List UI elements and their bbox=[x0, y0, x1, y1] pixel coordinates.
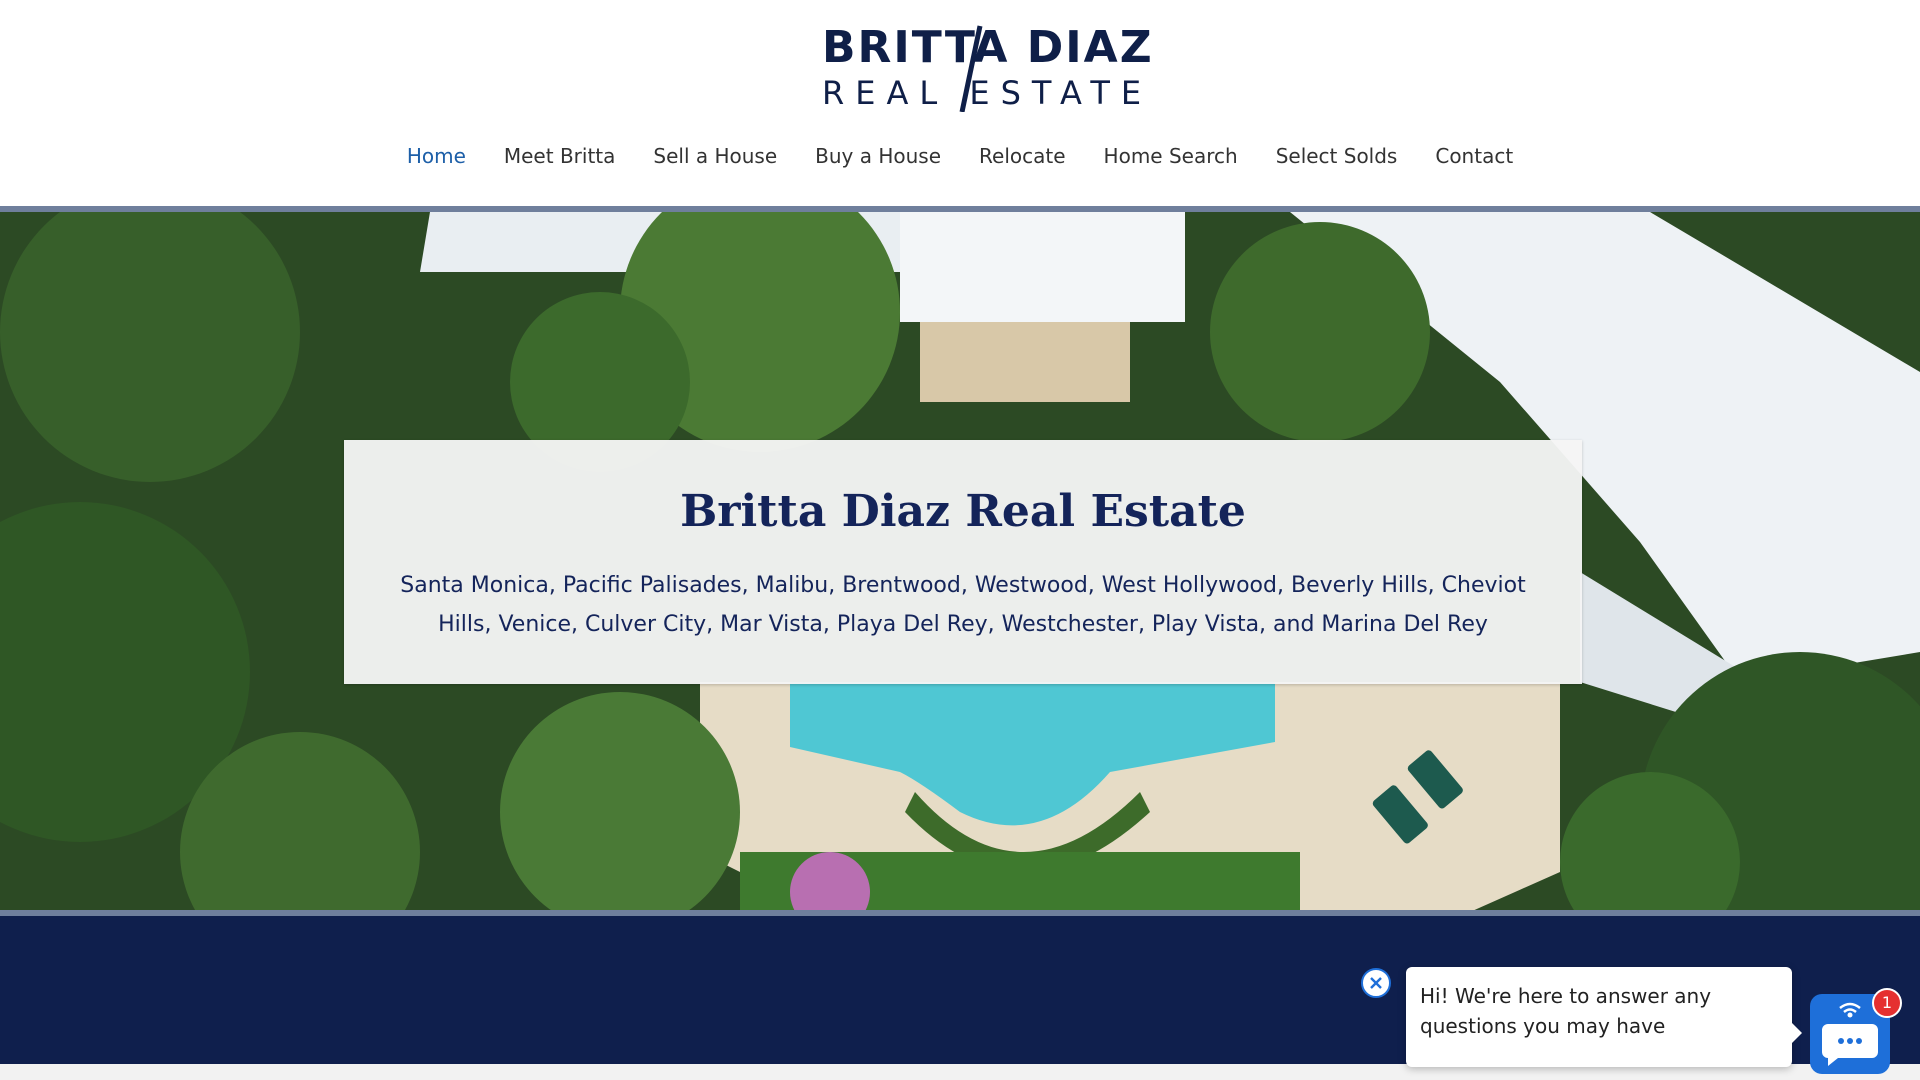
nav-meet-britta[interactable]: Meet Britta bbox=[504, 138, 616, 174]
nav-sell-a-house[interactable]: Sell a House bbox=[653, 138, 777, 174]
close-x-glyph bbox=[1370, 977, 1382, 989]
chat-greeting-text: Hi! We're here to answer any questions y… bbox=[1420, 984, 1712, 1038]
unread-badge: 1 bbox=[1872, 988, 1902, 1018]
nav-home[interactable]: Home bbox=[407, 138, 466, 174]
hero-card: Britta Diaz Real Estate Santa Monica, Pa… bbox=[344, 440, 1582, 684]
nav-select-solds[interactable]: Select Solds bbox=[1276, 138, 1398, 174]
logo-line-1: BRITTA DIAZ bbox=[822, 22, 1154, 73]
close-icon[interactable] bbox=[1361, 968, 1391, 998]
logo-line-2: REAL ESTATE bbox=[822, 74, 1153, 112]
hero-title: Britta Diaz Real Estate bbox=[680, 486, 1246, 537]
brand-logo[interactable]: BRITTA DIAZ REAL ESTATE bbox=[822, 22, 1152, 112]
nav-contact[interactable]: Contact bbox=[1435, 138, 1513, 174]
chat-greeting-bubble[interactable]: Hi! We're here to answer any questions y… bbox=[1406, 967, 1802, 1067]
main-nav: Home Meet Britta Sell a House Buy a Hous… bbox=[0, 138, 1920, 174]
nav-relocate[interactable]: Relocate bbox=[979, 138, 1066, 174]
hero-banner: Britta Diaz Real Estate Santa Monica, Pa… bbox=[0, 212, 1920, 912]
hero-service-areas: Santa Monica, Pacific Palisades, Malibu,… bbox=[400, 573, 1526, 637]
nav-buy-a-house[interactable]: Buy a House bbox=[815, 138, 941, 174]
nav-home-search[interactable]: Home Search bbox=[1104, 138, 1238, 174]
site-header: BRITTA DIAZ REAL ESTATE Home Meet Britta… bbox=[0, 0, 1920, 206]
